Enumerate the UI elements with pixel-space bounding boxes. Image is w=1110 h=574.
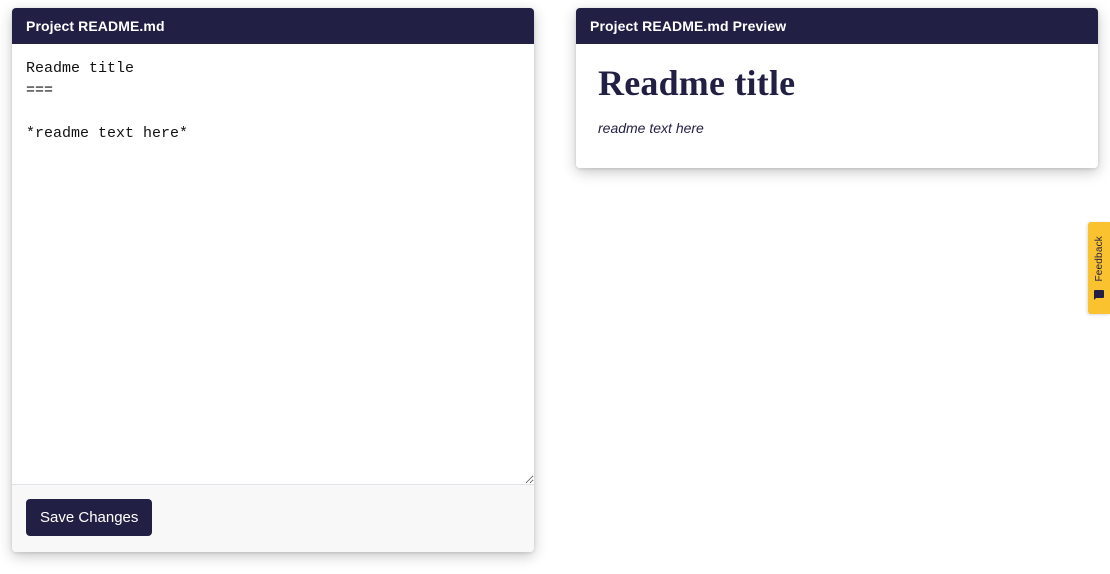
preview-body: Readme title readme text here — [576, 44, 1098, 168]
readme-textarea[interactable] — [12, 44, 534, 484]
preview-text: readme text here — [598, 120, 1076, 136]
editor-body — [12, 44, 534, 484]
feedback-label: Feedback — [1094, 236, 1105, 282]
main-container: Project README.md Save Changes Project R… — [0, 0, 1110, 560]
editor-header: Project README.md — [12, 8, 534, 44]
preview-header: Project README.md Preview — [576, 8, 1098, 44]
editor-footer: Save Changes — [12, 484, 534, 552]
save-changes-button[interactable]: Save Changes — [26, 499, 152, 536]
editor-panel: Project README.md Save Changes — [12, 8, 534, 552]
preview-title: Readme title — [598, 62, 1076, 104]
feedback-tab[interactable]: Feedback — [1088, 222, 1110, 314]
chat-icon — [1093, 288, 1105, 300]
preview-panel: Project README.md Preview Readme title r… — [576, 8, 1098, 168]
